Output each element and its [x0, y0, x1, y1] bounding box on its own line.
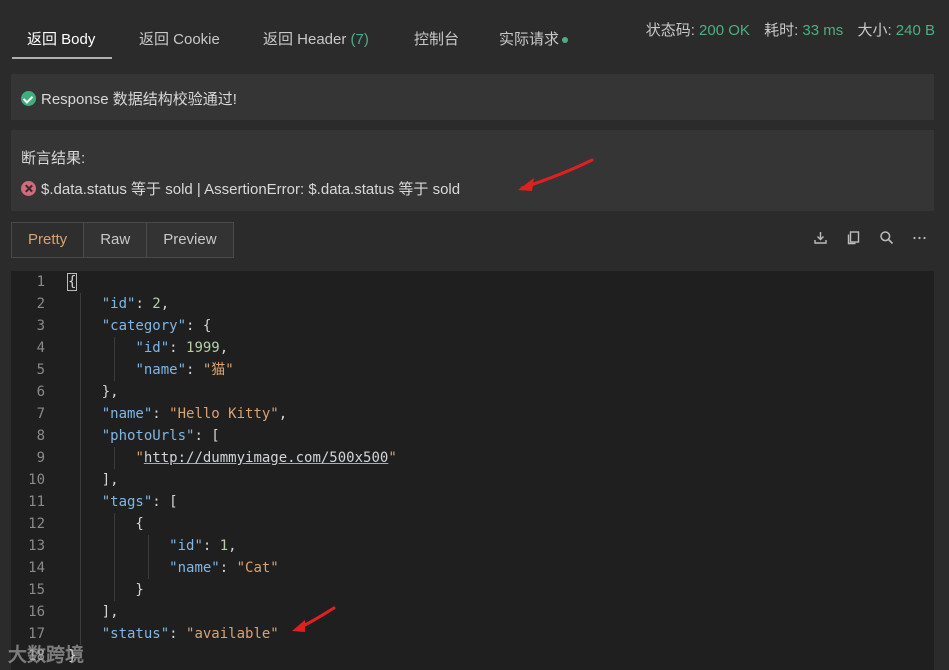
- code-line: 9 "http://dummyimage.com/500x500": [36, 450, 397, 466]
- size-value: 240 B: [895, 22, 935, 39]
- tab-header-label: 返回 Header: [263, 31, 347, 48]
- tab-cookie-label: 返回 Cookie: [139, 31, 220, 48]
- schema-validation-panel: Response 数据结构校验通过!: [11, 74, 934, 120]
- tab-actual-request-label: 实际请求: [499, 31, 560, 48]
- error-circle-icon: [21, 181, 36, 196]
- annotation-arrow-icon: [292, 606, 336, 632]
- code-line: 5 "name": "猫": [36, 362, 234, 378]
- annotation-arrow-icon: [518, 158, 594, 191]
- assertion-message: $.data.status 等于 sold | AssertionError: …: [41, 181, 461, 198]
- view-pretty-button[interactable]: Pretty: [12, 223, 85, 257]
- tab-console[interactable]: 控制台: [414, 28, 459, 49]
- tab-console-label: 控制台: [414, 31, 460, 48]
- code-line: 8 "photoUrls": [: [36, 428, 220, 444]
- body-toolbar: Pretty Raw Preview: [0, 218, 949, 268]
- code-line: 13 "id": 1,: [28, 538, 237, 554]
- active-tab-indicator: [12, 57, 112, 59]
- watermark: 大数跨境: [8, 645, 85, 666]
- status-code-label: 状态码:: [645, 22, 695, 39]
- check-circle-icon: [21, 91, 36, 106]
- response-status: 状态码: 200 OK 耗时: 33 ms 大小: 240 B: [646, 19, 935, 40]
- code-line: 16 ],: [28, 604, 119, 620]
- code-line: 2 "id": 2,: [36, 296, 170, 312]
- tab-header-count: (7): [350, 31, 369, 48]
- tab-header[interactable]: 返回 Header (7): [263, 28, 369, 49]
- view-preview-button[interactable]: Preview: [147, 223, 232, 257]
- code-line: 1{: [36, 273, 78, 291]
- code-line: 11 "tags": [: [28, 494, 178, 510]
- response-body-code[interactable]: 1{ 2 "id": 2, 3 "category": { 4 "id": 19…: [11, 271, 934, 670]
- code-line: 7 "name": "Hello Kitty",: [36, 406, 288, 422]
- code-line: 17 "status": "available": [28, 626, 279, 642]
- code-line: 10 ],: [28, 472, 119, 488]
- assertion-title: 断言结果:: [21, 150, 86, 167]
- assertion-panel: 断言结果: $.data.status 等于 sold | AssertionE…: [11, 130, 934, 211]
- time-value: 33 ms: [802, 22, 844, 39]
- tab-cookie[interactable]: 返回 Cookie: [139, 28, 220, 49]
- size-label: 大小:: [857, 22, 892, 39]
- time-label: 耗时:: [764, 22, 799, 39]
- code-line: 14 "name": "Cat": [28, 560, 279, 576]
- code-line: 18}: [28, 648, 77, 664]
- copy-icon[interactable]: [846, 230, 861, 245]
- code-line: 12 {: [28, 516, 144, 532]
- status-code-value: 200 OK: [699, 22, 750, 39]
- more-icon[interactable]: [912, 230, 927, 245]
- view-raw-button[interactable]: Raw: [84, 223, 148, 257]
- photo-url-link[interactable]: http://dummyimage.com/500x500: [144, 450, 388, 466]
- validation-message: Response 数据结构校验通过!: [41, 91, 237, 108]
- code-line: 15 }: [28, 582, 144, 598]
- download-icon[interactable]: [813, 230, 828, 245]
- view-mode-toggle: Pretty Raw Preview: [11, 222, 234, 258]
- search-icon[interactable]: [879, 230, 894, 245]
- tab-body-label: 返回 Body: [27, 31, 96, 48]
- status-dot-icon: [562, 37, 569, 44]
- code-line: 3 "category": {: [36, 318, 212, 334]
- tab-actual-request[interactable]: 实际请求: [499, 28, 569, 49]
- code-line: 4 "id": 1999,: [36, 340, 229, 356]
- response-tabbar: 返回 Body 返回 Cookie 返回 Header (7) 控制台 实际请求…: [0, 0, 949, 66]
- tab-body[interactable]: 返回 Body: [27, 28, 95, 49]
- code-line: 6 },: [36, 384, 119, 400]
